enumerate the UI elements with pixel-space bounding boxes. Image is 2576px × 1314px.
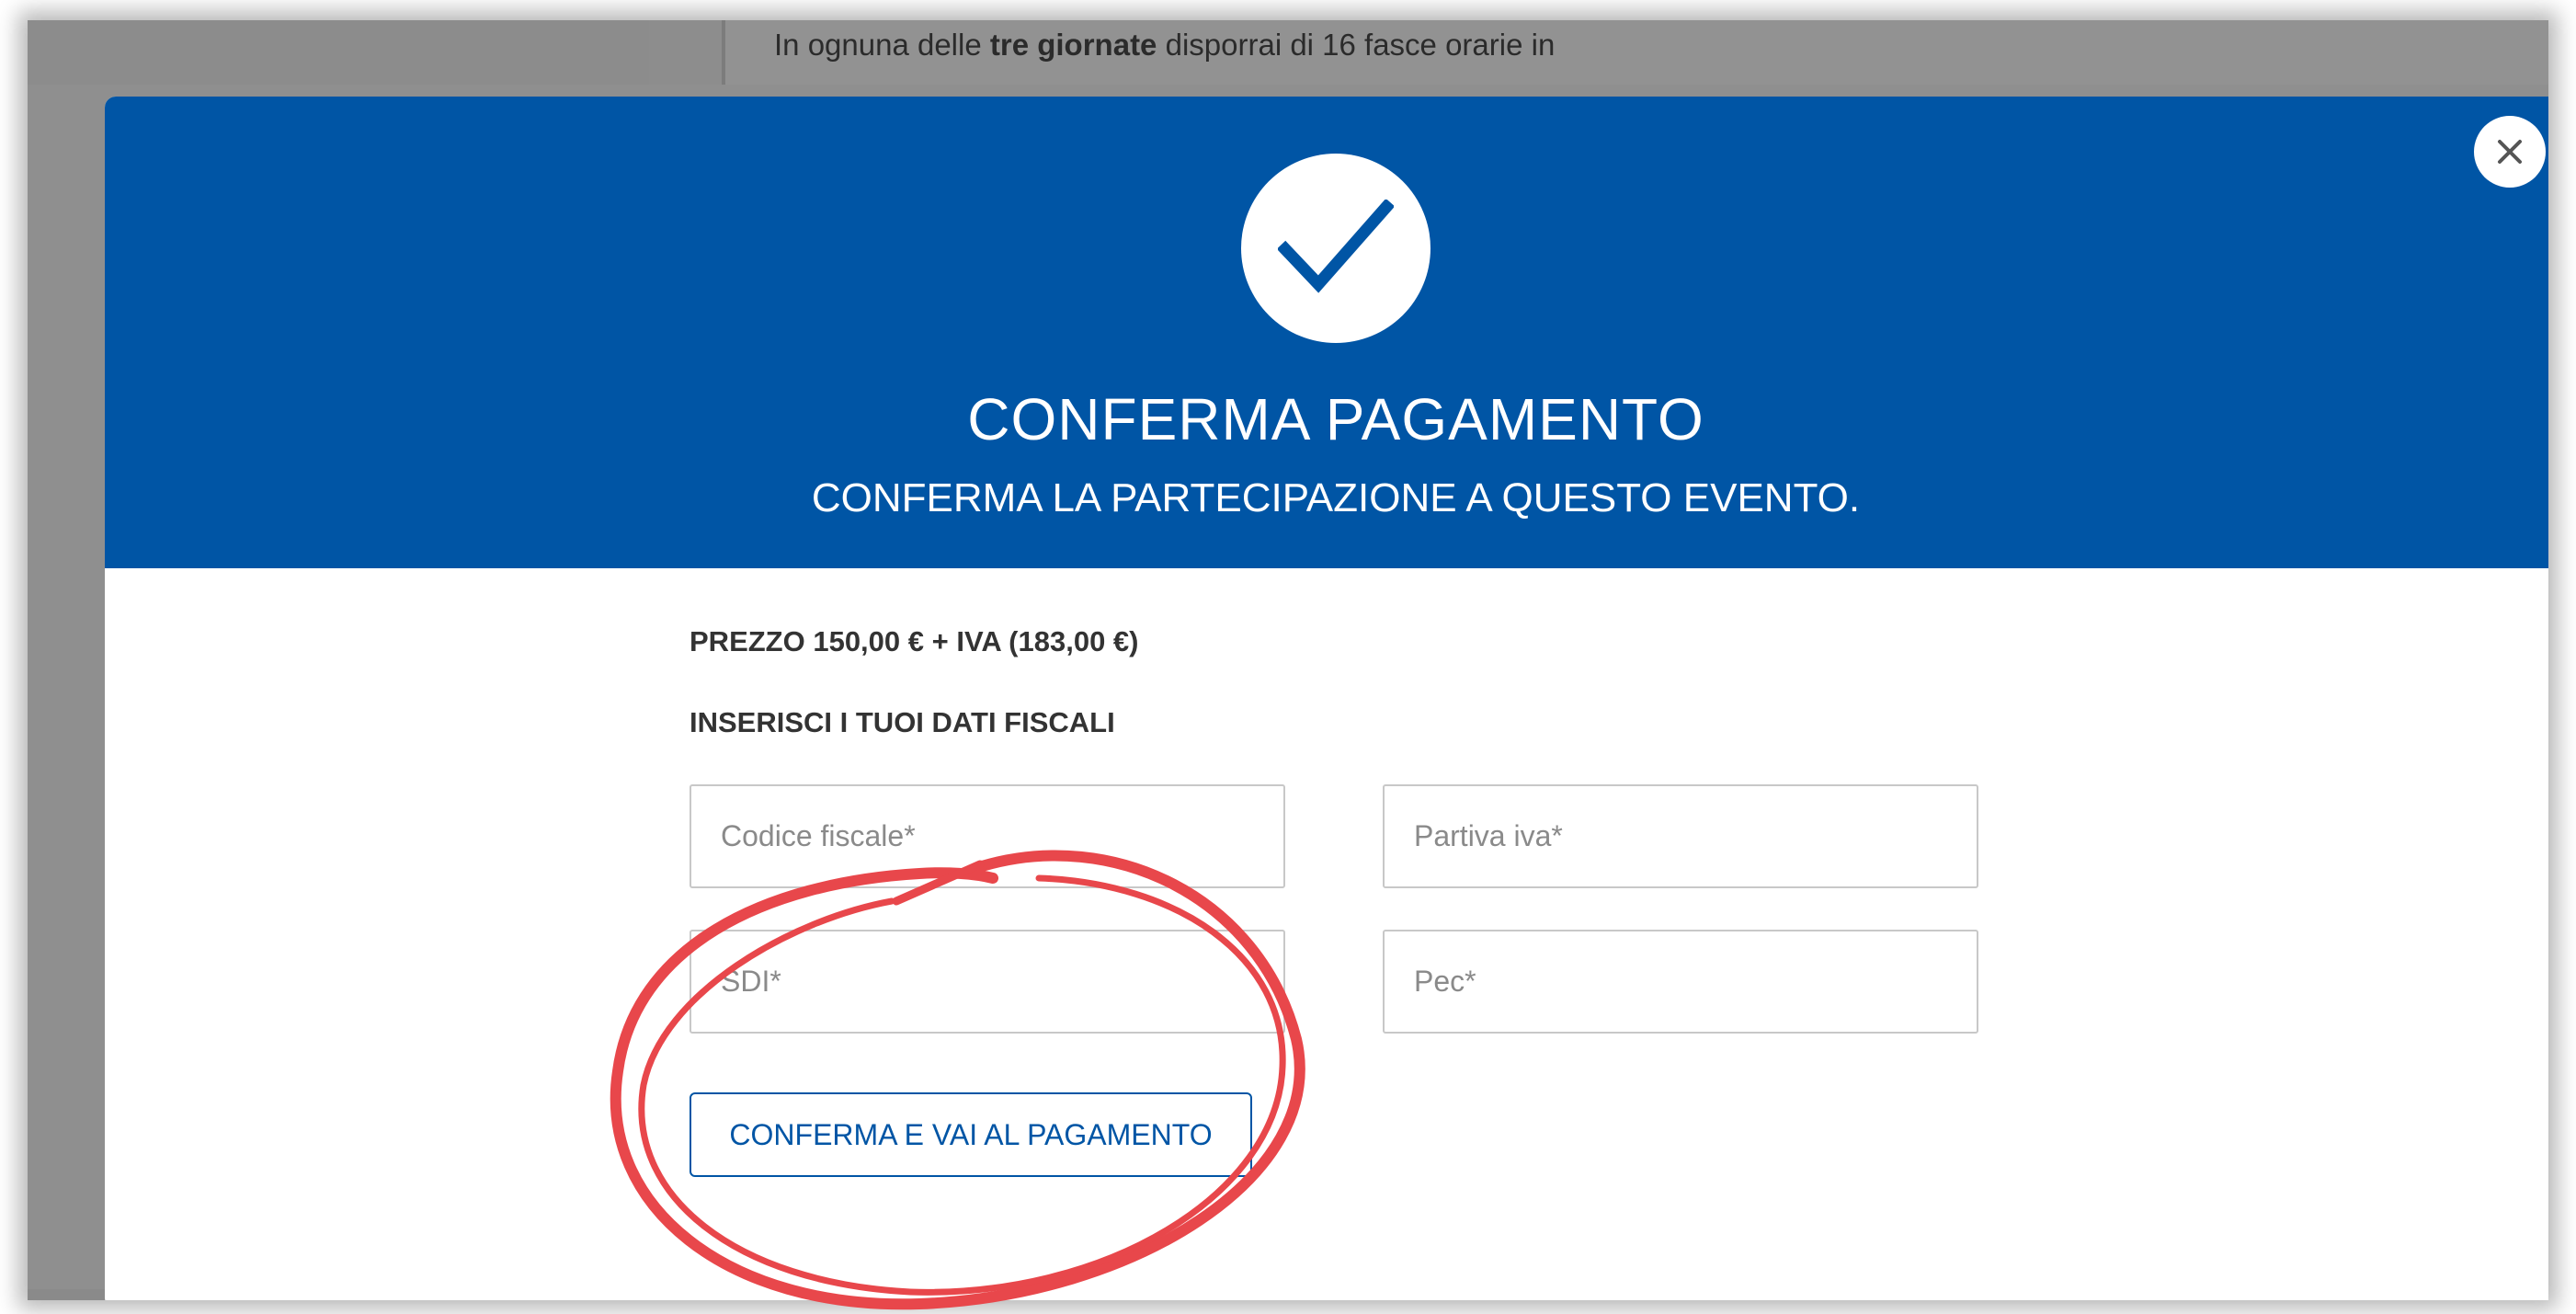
fiscal-data-heading: INSERISCI I TUOI DATI FISCALI <box>690 706 1115 738</box>
modal-title: CONFERMA PAGAMENTO <box>967 386 1704 452</box>
background-sidebar <box>28 20 649 85</box>
payment-confirmation-modal: CONFERMA PAGAMENTO CONFERMA LA PARTECIPA… <box>105 97 2548 1300</box>
modal-subtitle: CONFERMA LA PARTECIPAZIONE A QUESTO EVEN… <box>811 475 1861 520</box>
close-button[interactable] <box>2474 116 2546 188</box>
background-text-after: disporrai di 16 fasce orarie in <box>1157 28 1556 62</box>
partita-iva-input[interactable] <box>1383 784 1978 888</box>
background-text-before: In ognuna delle <box>774 28 990 62</box>
pec-input[interactable] <box>1383 930 1978 1034</box>
modal-header: CONFERMA PAGAMENTO CONFERMA LA PARTECIPA… <box>105 97 2548 568</box>
price-label: PREZZO 150,00 € + IVA (183,00 €) <box>690 625 1139 657</box>
codice-fiscale-input[interactable] <box>690 784 1285 888</box>
background-text-bold: tre giornate <box>989 28 1157 62</box>
page-frame: In ognuna delle tre giornate disporrai d… <box>28 20 2548 1300</box>
close-icon <box>2498 140 2522 164</box>
background-description: In ognuna delle tre giornate disporrai d… <box>774 28 1555 63</box>
sdi-input[interactable] <box>690 930 1285 1034</box>
confirm-and-pay-button[interactable]: CONFERMA E VAI AL PAGAMENTO <box>690 1092 1252 1177</box>
success-badge <box>1241 154 1430 343</box>
checkmark-icon <box>1278 200 1394 293</box>
